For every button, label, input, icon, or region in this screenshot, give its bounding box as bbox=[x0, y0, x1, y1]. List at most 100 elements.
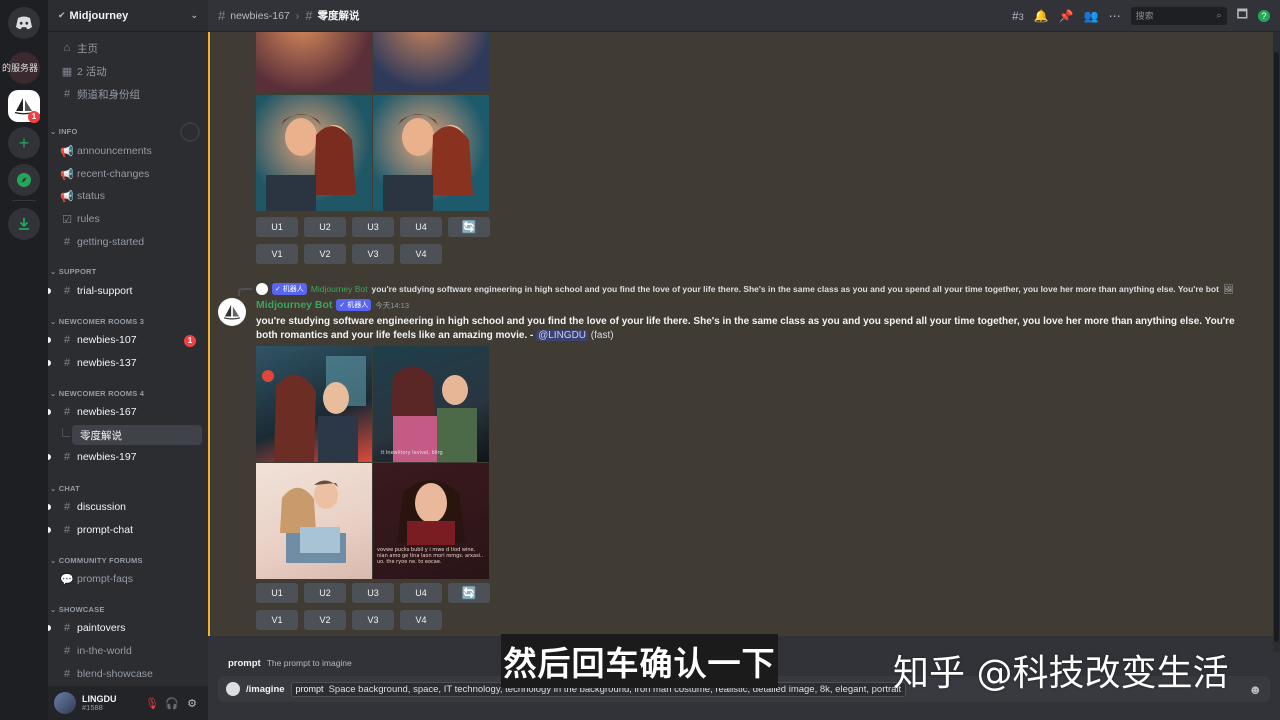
message-author[interactable]: Midjourney Bot bbox=[256, 299, 332, 311]
channel-getting-started[interactable]: # getting-started bbox=[52, 232, 202, 252]
channel-newbies-167[interactable]: # newbies-167 bbox=[48, 402, 202, 422]
channel-announcements[interactable]: 📢 announcements bbox=[52, 141, 202, 161]
sidebar-item-label: 频道和身份组 bbox=[77, 88, 140, 101]
bell-icon[interactable]: 🔔 bbox=[1034, 9, 1049, 23]
unread-indicator bbox=[48, 504, 51, 510]
category-showcase[interactable]: ⌄ SHOWCASE bbox=[50, 605, 105, 614]
image-tile[interactable] bbox=[256, 463, 372, 579]
channel-label: newbies-167 bbox=[77, 406, 137, 418]
user-mention[interactable]: @LINGDU bbox=[536, 330, 589, 341]
channel-label: trial-support bbox=[77, 285, 133, 297]
variation-button-2[interactable]: V2 bbox=[304, 610, 346, 630]
reroll-button[interactable]: 🔄 bbox=[448, 583, 490, 603]
category-info[interactable]: ⌄ INFO bbox=[50, 127, 78, 136]
image-tile[interactable] bbox=[256, 346, 372, 462]
channel-newbies-137[interactable]: # newbies-137 bbox=[48, 353, 202, 373]
channel-label: paintovers bbox=[77, 622, 126, 634]
scrollbar-thumb[interactable] bbox=[1274, 52, 1279, 642]
channel-recent-changes[interactable]: 📢 recent-changes bbox=[52, 164, 202, 184]
mute-mic-icon[interactable]: 🎙 bbox=[142, 697, 162, 710]
upscale-button-4[interactable]: U4 bbox=[400, 217, 442, 237]
more-icon[interactable]: ⋯ bbox=[1109, 9, 1121, 23]
members-icon[interactable]: 👥 bbox=[1084, 9, 1099, 23]
reroll-button[interactable]: 🔄 bbox=[448, 217, 490, 237]
sidebar-item-events[interactable]: ▦ 2 活动 bbox=[52, 61, 202, 81]
image-tile[interactable] bbox=[373, 95, 489, 211]
sidebar-item-home[interactable]: ⌂ 主页 bbox=[52, 38, 202, 58]
channel-label: prompt-chat bbox=[77, 524, 134, 536]
threads-icon: # bbox=[1012, 8, 1019, 23]
avatar[interactable] bbox=[218, 298, 246, 326]
threads-count: 3 bbox=[1018, 11, 1024, 22]
category-chat[interactable]: ⌄ CHAT bbox=[50, 484, 80, 493]
couple-illustration bbox=[383, 114, 473, 211]
explore-servers-button[interactable] bbox=[8, 164, 40, 196]
variation-button-3[interactable]: V3 bbox=[352, 244, 394, 264]
upscale-button-3[interactable]: U3 bbox=[352, 583, 394, 603]
reply-preview[interactable]: ✓ 机器人 Midjourney Bot you're studying sof… bbox=[256, 283, 1234, 295]
channel-newbies-197[interactable]: # newbies-197 bbox=[48, 447, 202, 467]
sidebar-item-channels-roles[interactable]: # 频道和身份组 bbox=[52, 84, 202, 104]
category-newcomer-3[interactable]: ⌄ NEWCOMER ROOMS 3 bbox=[50, 317, 144, 326]
upscale-button-1[interactable]: U1 bbox=[256, 217, 298, 237]
thread-lingdu[interactable]: 零度解说 bbox=[72, 425, 202, 445]
add-server-button[interactable]: + bbox=[8, 127, 40, 159]
image-tile[interactable] bbox=[256, 32, 372, 92]
category-support[interactable]: ⌄ SUPPORT bbox=[50, 267, 96, 276]
category-community-forums[interactable]: ⌄ COMMUNITY FORUMS bbox=[50, 556, 143, 565]
upscale-button-2[interactable]: U2 bbox=[304, 583, 346, 603]
image-tile[interactable]: it Inewiltory levivel, blirg bbox=[373, 346, 489, 462]
channel-status[interactable]: 📢 status bbox=[52, 186, 202, 206]
channel-prompt-faqs[interactable]: 💬 prompt-faqs bbox=[52, 569, 202, 589]
image-tile[interactable]: vovwe pucks bubil y i mwe d tiod wine. n… bbox=[373, 463, 489, 579]
scrollbar[interactable] bbox=[1273, 32, 1280, 652]
hash-icon: # bbox=[63, 622, 71, 634]
upscale-button-3[interactable]: U3 bbox=[352, 217, 394, 237]
emoji-icon[interactable]: ☻ bbox=[1248, 682, 1262, 697]
variation-button-4[interactable]: V4 bbox=[400, 610, 442, 630]
search-input[interactable]: 搜索 ⌕ bbox=[1130, 6, 1227, 25]
reply-author: Midjourney Bot bbox=[310, 284, 368, 294]
channel-label: recent-changes bbox=[77, 168, 150, 180]
channel-label: announcements bbox=[77, 145, 152, 157]
headphones-icon[interactable]: 🎧 bbox=[162, 697, 182, 710]
channel-newbies-107[interactable]: # newbies-107 1 bbox=[48, 330, 202, 350]
reply-avatar bbox=[256, 283, 268, 295]
inbox-icon[interactable]: 🗖 bbox=[1237, 5, 1248, 26]
pin-icon[interactable]: 📌 bbox=[1059, 9, 1074, 23]
channel-paintovers[interactable]: # paintovers bbox=[48, 618, 202, 638]
option-label: prompt bbox=[295, 683, 324, 694]
channel-in-the-world[interactable]: # in-the-world bbox=[52, 641, 202, 661]
help-icon[interactable]: ? bbox=[1258, 9, 1270, 22]
variation-button-2[interactable]: V2 bbox=[304, 244, 346, 264]
variation-button-4[interactable]: V4 bbox=[400, 244, 442, 264]
sidebar-item-label: 2 活动 bbox=[77, 65, 107, 78]
channel-prompt-chat[interactable]: # prompt-chat bbox=[48, 520, 202, 540]
upscale-button-1[interactable]: U1 bbox=[256, 583, 298, 603]
category-newcomer-4[interactable]: ⌄ NEWCOMER ROOMS 4 bbox=[50, 389, 144, 398]
channel-trial-support[interactable]: # trial-support bbox=[48, 281, 202, 301]
channel-discussion[interactable]: # discussion bbox=[48, 497, 202, 517]
upscale-button-4[interactable]: U4 bbox=[400, 583, 442, 603]
avatar[interactable] bbox=[54, 692, 76, 714]
server-header[interactable]: ✔ Midjourney ⌄ bbox=[48, 0, 208, 32]
variation-button-1[interactable]: V1 bbox=[256, 244, 298, 264]
refresh-icon: 🔄 bbox=[461, 586, 477, 600]
upscale-button-2[interactable]: U2 bbox=[304, 217, 346, 237]
hash-icon: # bbox=[63, 236, 71, 248]
variation-button-3[interactable]: V3 bbox=[352, 610, 394, 630]
breadcrumb-channel[interactable]: newbies-167 bbox=[230, 10, 290, 22]
user-info[interactable]: LINGDU #1588 bbox=[82, 694, 142, 712]
gear-icon[interactable]: ⚙ bbox=[182, 697, 202, 710]
reply-spine bbox=[238, 288, 252, 296]
option-name: prompt bbox=[228, 657, 261, 669]
channel-blend-showcase[interactable]: # blend-showcase bbox=[52, 664, 202, 684]
image-tile[interactable] bbox=[256, 95, 372, 211]
variation-button-1[interactable]: V1 bbox=[256, 610, 298, 630]
threads-button[interactable]: #3 bbox=[1012, 9, 1024, 23]
download-apps-button[interactable] bbox=[8, 208, 40, 240]
thread-label: 零度解说 bbox=[80, 429, 122, 442]
image-tile[interactable] bbox=[373, 32, 489, 92]
discord-home-button[interactable] bbox=[8, 7, 40, 39]
channel-rules[interactable]: ☑ rules bbox=[52, 209, 202, 229]
